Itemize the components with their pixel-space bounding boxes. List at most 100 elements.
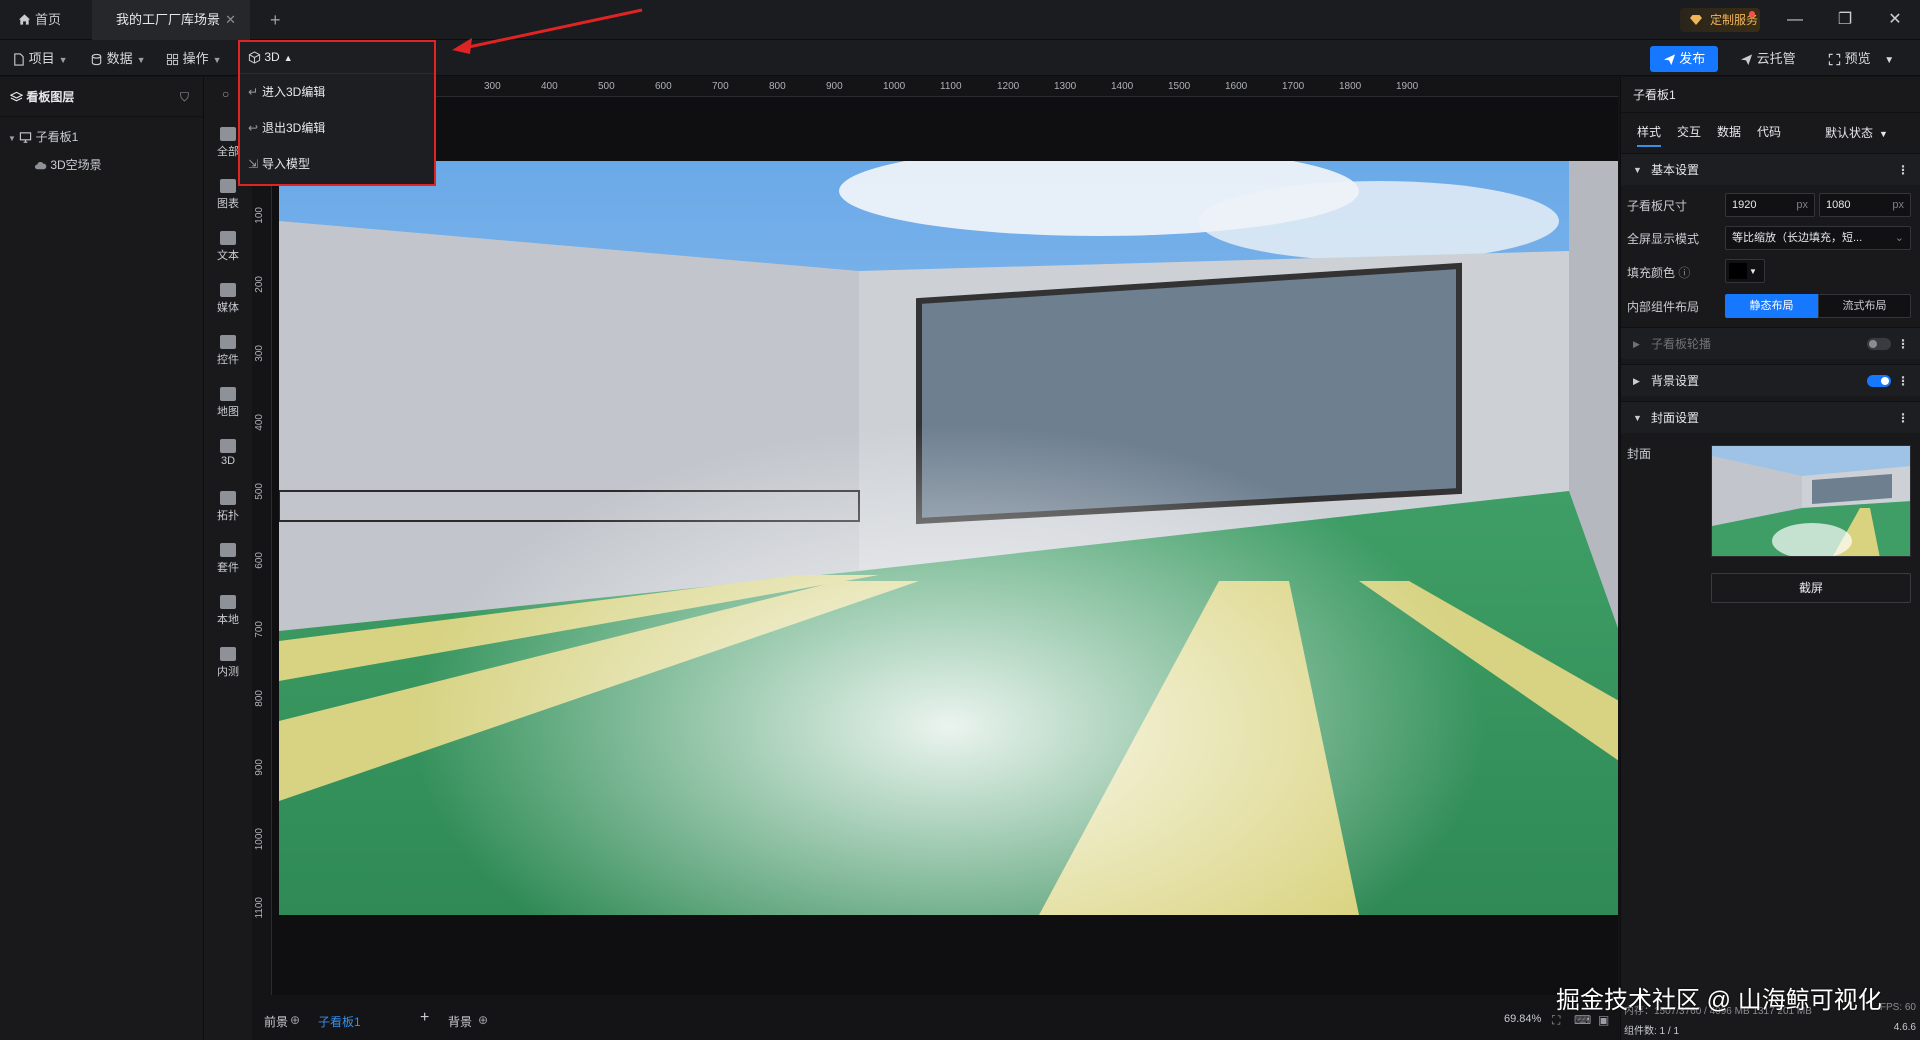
add-icon[interactable]: + <box>420 1009 429 1027</box>
screenshot-button[interactable]: 截屏 <box>1711 573 1911 603</box>
tab-data[interactable]: 数据 <box>1717 117 1741 147</box>
background-toggle[interactable] <box>1867 375 1891 387</box>
rail-item-label: 控件 <box>217 354 239 366</box>
rail-item[interactable]: 控件 <box>204 335 252 367</box>
menu-project[interactable]: 项目 ▼ <box>12 49 68 69</box>
expand-icon[interactable]: ▼ <box>8 134 16 143</box>
tree-item-label: 子看板1 <box>35 130 79 144</box>
help-icon[interactable]: ⓘ <box>1678 266 1690 280</box>
home-icon <box>18 14 31 25</box>
rail-item[interactable]: 拓扑 <box>204 491 252 523</box>
close-tab-icon[interactable]: ✕ <box>225 0 236 40</box>
canvas-bottom-bar: 前景 ⊕ 子看板1 + 背景 ⊕ 69.84% ⛶ ⌨ ▣ <box>252 995 1618 1040</box>
more-icon[interactable]: ⋮ <box>1897 328 1909 360</box>
add-tab-button[interactable]: + <box>270 0 281 40</box>
send-icon <box>1740 54 1753 66</box>
add-background-icon[interactable]: ⊕ <box>478 1013 488 1027</box>
rail-item[interactable]: 地图 <box>204 387 252 419</box>
ruler-tick: 1700 <box>1282 81 1305 92</box>
more-icon[interactable]: ⋮ <box>1897 365 1909 397</box>
layout-static-button[interactable]: 静态布局 <box>1725 294 1818 318</box>
rail-item[interactable]: 本地 <box>204 595 252 627</box>
fps-counter: FPS: 60 <box>1879 1002 1916 1013</box>
tab-style[interactable]: 样式 <box>1637 117 1662 147</box>
minimize-button[interactable]: — <box>1772 0 1818 40</box>
rail-item[interactable]: 媒体 <box>204 283 252 315</box>
tree-item-subboard[interactable]: ▼ 子看板1 <box>0 123 203 151</box>
horizontal-ruler: 300 400 500 600 700 800 900 1000 1100 1200 1300 140… <box>252 77 1618 97</box>
cloud-hosting-button[interactable]: 云托管 <box>1740 46 1796 72</box>
preview-button[interactable]: 预览 ▼ <box>1828 46 1894 72</box>
notification-dot <box>1749 11 1755 17</box>
rail-item[interactable]: 文本 <box>204 231 252 263</box>
ruler-tick: 600 <box>254 552 265 569</box>
canvas-area[interactable]: 300 400 500 600 700 800 900 1000 1100 1200 1300 140… <box>252 77 1618 995</box>
subboard-tab[interactable]: 子看板1 <box>318 1013 361 1030</box>
menu-item-exit-3d-label: 退出3D编辑 <box>262 121 326 135</box>
menu-project-label: 项目 <box>28 51 55 66</box>
more-icon[interactable]: ⋮ <box>1897 402 1909 434</box>
monitor-icon <box>20 132 32 144</box>
rail-item[interactable]: 内测 <box>204 647 252 679</box>
category-icon <box>220 595 236 609</box>
exit-icon: ↩ <box>248 121 259 135</box>
watermark: 掘金技术社区 @ 山海鲸可视化 <box>1556 987 1882 1014</box>
foreground-tab[interactable]: 前景 <box>264 1013 288 1030</box>
chevron-down-icon: ▼ <box>212 55 222 65</box>
menu-data[interactable]: 数据 ▼ <box>90 49 146 69</box>
tree-item-3d-scene[interactable]: 3D空场景 <box>0 151 203 179</box>
rail-item-label: 拓扑 <box>217 510 239 522</box>
add-foreground-icon[interactable]: ⊕ <box>290 1013 300 1027</box>
height-input[interactable]: 1080 px <box>1819 193 1911 217</box>
chevron-down-icon[interactable]: ▼ <box>1884 55 1894 66</box>
custom-service-button[interactable]: 定制服务 <box>1680 8 1760 32</box>
ruler-tick: 1300 <box>1054 81 1077 92</box>
tree-item-label: 3D空场景 <box>50 158 102 172</box>
fullscreen-select[interactable]: 等比缩放（长边填充，短... ⌄ <box>1725 226 1911 250</box>
fit-screen-icon[interactable]: ⛶ <box>1552 1013 1560 1028</box>
layers-icon <box>10 92 23 102</box>
caret-down-icon: ▼ <box>1633 165 1642 175</box>
background-tab[interactable]: 背景 <box>448 1013 472 1030</box>
menu-item-exit-3d[interactable]: ↩ 退出3D编辑 <box>240 110 434 146</box>
more-icon[interactable]: ⋮ <box>1897 154 1909 186</box>
section-background[interactable]: ▶ 背景设置 ⋮ <box>1621 364 1920 396</box>
menu-3d-toggle[interactable]: 3D ▲ <box>240 42 434 74</box>
filter-icon[interactable]: ⛉ <box>180 77 189 117</box>
tab-project[interactable]: 我的工厂厂库场景 ✕ <box>92 0 250 40</box>
menu-item-enter-3d-label: 进入3D编辑 <box>262 85 326 99</box>
state-select[interactable]: 默认状态 ▼ <box>1825 121 1888 145</box>
layer-panel-header: 看板图层 ⛉ <box>0 77 203 117</box>
keyboard-icon[interactable]: ⌨ <box>1574 1013 1591 1027</box>
tab-interaction[interactable]: 交互 <box>1677 117 1701 147</box>
tab-code[interactable]: 代码 <box>1757 117 1781 147</box>
menu-operate[interactable]: 操作 ▼ <box>166 49 222 69</box>
close-window-button[interactable]: ✕ <box>1872 0 1918 40</box>
grid-icon <box>166 53 179 66</box>
rail-item[interactable]: 套件 <box>204 543 252 575</box>
menu-item-import-model[interactable]: ⇲ 导入模型 <box>240 146 434 182</box>
terminal-icon[interactable]: ▣ <box>1598 1013 1609 1027</box>
fill-color-picker[interactable]: ▼ <box>1725 259 1765 283</box>
publish-label: 发布 <box>1679 51 1706 66</box>
carousel-toggle[interactable] <box>1867 338 1891 350</box>
section-cover[interactable]: ▼ 封面设置 ⋮ <box>1621 401 1920 433</box>
publish-button[interactable]: 发布 <box>1650 46 1718 72</box>
layout-flow-button[interactable]: 流式布局 <box>1818 294 1911 318</box>
search-icon[interactable]: ○ <box>222 87 229 101</box>
tab-home[interactable]: 首页 <box>18 0 100 40</box>
restore-button[interactable]: ❐ <box>1822 0 1868 40</box>
tab-project-label: 我的工厂厂库场景 <box>116 12 221 27</box>
height-unit: px <box>1892 199 1904 211</box>
rail-item-label: 图表 <box>217 198 239 210</box>
section-carousel-label: 子看板轮播 <box>1651 337 1712 351</box>
menu-item-enter-3d[interactable]: ↵ 进入3D编辑 <box>240 74 434 110</box>
section-basic[interactable]: ▼ 基本设置 ⋮ <box>1621 153 1920 185</box>
width-input[interactable]: 1920 px <box>1725 193 1815 217</box>
section-carousel[interactable]: ▶ 子看板轮播 ⋮ <box>1621 327 1920 359</box>
menu-item-import-model-label: 导入模型 <box>262 157 311 171</box>
3d-scene-viewport[interactable] <box>279 161 1618 915</box>
rail-item[interactable]: 3D <box>204 439 252 467</box>
zoom-level[interactable]: 69.84% <box>1504 1013 1541 1025</box>
cover-thumbnail[interactable] <box>1711 445 1911 557</box>
